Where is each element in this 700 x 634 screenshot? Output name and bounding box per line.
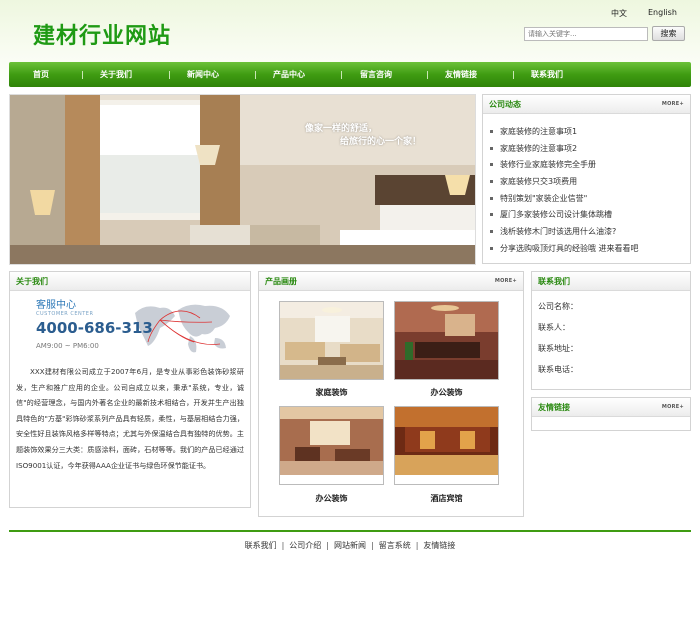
footer-divider bbox=[9, 530, 691, 532]
nav-item-about[interactable]: 关于我们 bbox=[100, 62, 132, 87]
news-item-label: 浅析装修木门时该选用什么油漆? bbox=[500, 227, 617, 237]
nav-separator bbox=[427, 71, 428, 79]
site-logo[interactable]: 建材行业网站 bbox=[33, 18, 171, 50]
service-center-subtitle: CUSTOMER CENTER bbox=[36, 311, 94, 317]
links-panel-title: 友情链接 bbox=[538, 403, 570, 412]
news-item-label: 分享选购吸顶灯具的经验哦 进来看看吧 bbox=[500, 243, 639, 253]
news-panel-header: 公司动态 MORE+ bbox=[483, 95, 690, 114]
contact-phone-label: 联系电话： bbox=[538, 365, 578, 374]
products-panel: 产品画册 MORE+ 家庭装饰 办公装饰 办公装饰 酒店宾馆 bbox=[258, 271, 524, 517]
footer-separator: | bbox=[281, 541, 285, 550]
news-item[interactable]: 分享选购吸顶灯具的经验哦 进来看看吧 bbox=[490, 241, 639, 258]
contact-address-label: 联系地址： bbox=[538, 344, 578, 353]
bullet-icon bbox=[490, 180, 493, 184]
nav-separator bbox=[513, 71, 514, 79]
contact-panel-title: 联系我们 bbox=[538, 277, 570, 286]
news-item-label: 家庭装修的注意事项1 bbox=[500, 127, 578, 136]
footer-link-news[interactable]: 网站新闻 bbox=[334, 541, 366, 550]
office-room-image bbox=[395, 302, 498, 379]
news-panel-title: 公司动态 bbox=[489, 100, 521, 109]
banner-caption-line1: 像家一样的舒适， bbox=[305, 124, 378, 134]
product-image-office-decor[interactable] bbox=[394, 301, 499, 380]
lang-en-link[interactable]: English bbox=[648, 8, 677, 17]
main-nav: 首页 关于我们 新闻中心 产品中心 留言咨询 友情链接 联系我们 bbox=[9, 62, 691, 87]
search-button[interactable]: 搜索 bbox=[652, 26, 685, 41]
company-intro-text: XXX建材有限公司成立于2007年6月，是专业从事彩色装饰砂浆研发，生产和推广应… bbox=[16, 367, 244, 470]
news-item-label: 家庭装修只交3项费用 bbox=[500, 177, 578, 187]
news-item[interactable]: 浅析装修木门时该选用什么油漆? bbox=[490, 224, 639, 241]
footer-separator: | bbox=[371, 541, 374, 550]
banner-caption-line2: 给旅行的心一个家！ bbox=[340, 137, 422, 147]
nav-separator bbox=[169, 71, 170, 79]
bullet-icon bbox=[490, 163, 493, 167]
product-caption: 办公装饰 bbox=[315, 494, 348, 503]
nav-item-news[interactable]: 新闻中心 bbox=[187, 62, 219, 87]
news-item-label: 厦门多家装修公司设计集体跳槽 bbox=[500, 210, 612, 220]
news-panel: 公司动态 MORE+ 家庭装修的注意事项1 家庭装修的注意事项2 装修行业家庭装… bbox=[482, 94, 691, 264]
nav-separator bbox=[255, 71, 256, 79]
products-more-link[interactable]: MORE+ bbox=[495, 278, 517, 284]
product-image-office-decor-2[interactable] bbox=[279, 406, 384, 485]
bullet-icon bbox=[490, 196, 493, 200]
nav-item-products[interactable]: 产品中心 bbox=[273, 62, 305, 87]
about-panel: 关于我们 客服中心 CUSTOMER CENTER 4000-686-313 A… bbox=[9, 271, 251, 508]
footer-nav: 联系我们 | 公司介绍 | 网站新闻 | 留言系统 | 友情链接 bbox=[0, 540, 700, 551]
product-caption: 办公装饰 bbox=[430, 388, 463, 397]
footer-link-contact[interactable]: 联系我们 bbox=[245, 541, 277, 550]
products-panel-title: 产品画册 bbox=[265, 277, 297, 286]
nav-item-message[interactable]: 留言咨询 bbox=[360, 62, 392, 87]
product-image-hotel[interactable] bbox=[394, 406, 499, 485]
news-item-label: 装修行业家庭装修完全手册 bbox=[500, 160, 596, 170]
living-room-image bbox=[280, 302, 383, 379]
footer-separator: | bbox=[415, 541, 419, 550]
nav-item-home[interactable]: 首页 bbox=[33, 62, 49, 87]
nav-item-contact[interactable]: 联系我们 bbox=[531, 62, 563, 87]
about-panel-header: 关于我们 bbox=[10, 272, 250, 291]
hotel-room-image bbox=[10, 95, 475, 264]
footer-link-guestbook[interactable]: 留言系统 bbox=[379, 541, 411, 550]
product-caption: 家庭装饰 bbox=[315, 388, 348, 397]
links-panel-header: 友情链接 MORE+ bbox=[532, 398, 690, 417]
footer-separator: | bbox=[326, 541, 329, 550]
product-image-home-decor[interactable] bbox=[279, 301, 384, 380]
news-list: 家庭装修的注意事项1 家庭装修的注意事项2 装修行业家庭装修完全手册 家庭装修只… bbox=[490, 124, 639, 258]
bullet-icon bbox=[490, 130, 493, 133]
service-hours: AM9:00 ~ PM6:00 bbox=[36, 342, 99, 350]
news-item[interactable]: 家庭装修只交3项费用 bbox=[490, 174, 639, 191]
bullet-icon bbox=[490, 146, 493, 150]
products-panel-header: 产品画册 MORE+ bbox=[259, 272, 523, 291]
contact-company-label: 公司名称： bbox=[538, 302, 578, 311]
service-center-title: 客服中心 bbox=[36, 300, 76, 311]
links-more-link[interactable]: MORE+ bbox=[662, 404, 684, 410]
nav-separator bbox=[82, 71, 83, 79]
lang-zh-link[interactable]: 中文 bbox=[611, 8, 627, 19]
bullet-icon bbox=[490, 213, 493, 217]
product-caption: 酒店宾馆 bbox=[430, 494, 463, 503]
footer-link-about[interactable]: 公司介绍 bbox=[289, 541, 321, 550]
hotel-lobby-image bbox=[395, 407, 498, 475]
nav-item-links[interactable]: 友情链接 bbox=[445, 62, 477, 87]
links-panel: 友情链接 MORE+ bbox=[531, 397, 691, 431]
news-item[interactable]: 厦门多家装修公司设计集体跳槽 bbox=[490, 207, 639, 224]
news-item-label: 特别策划"家装企业信誉" bbox=[500, 193, 588, 203]
about-panel-title: 关于我们 bbox=[16, 277, 48, 286]
news-item[interactable]: 装修行业家庭装修完全手册 bbox=[490, 157, 639, 174]
contact-person-label: 联系人： bbox=[538, 323, 570, 332]
news-item[interactable]: 特别策划"家装企业信誉" bbox=[490, 191, 639, 208]
news-item[interactable]: 家庭装修的注意事项2 bbox=[490, 141, 639, 158]
news-item-label: 家庭装修的注意事项2 bbox=[500, 143, 578, 153]
hotline-number: 4000-686-313 bbox=[36, 319, 153, 337]
news-more-link[interactable]: MORE+ bbox=[662, 101, 684, 107]
contact-panel: 联系我们 公司名称： 联系人： 联系地址： 联系电话： bbox=[531, 271, 691, 390]
hotel-room-banner: 像家一样的舒适， 给旅行的心一个家！ bbox=[9, 94, 476, 265]
footer-link-friends[interactable]: 友情链接 bbox=[423, 541, 455, 550]
contact-panel-header: 联系我们 bbox=[532, 272, 690, 291]
office-room-image bbox=[280, 407, 383, 475]
bullet-icon bbox=[490, 230, 493, 234]
news-item[interactable]: 家庭装修的注意事项1 bbox=[490, 124, 639, 141]
bullet-icon bbox=[490, 246, 493, 250]
nav-separator bbox=[341, 71, 342, 79]
search-input[interactable] bbox=[524, 27, 648, 41]
